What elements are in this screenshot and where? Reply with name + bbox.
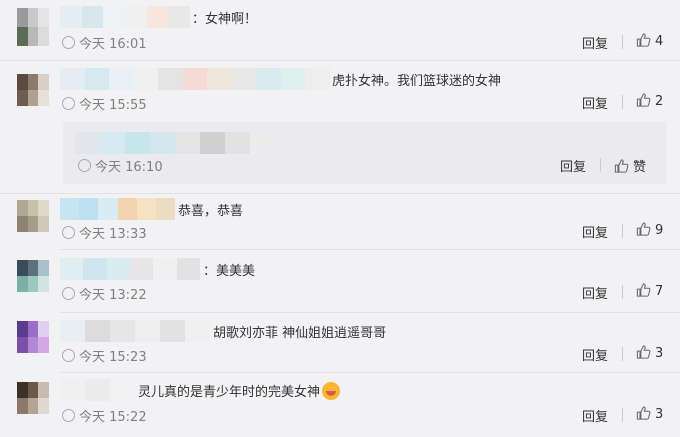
- like-button[interactable]: 2: [636, 93, 663, 109]
- avatar[interactable]: [17, 200, 49, 232]
- reply-button[interactable]: 回复: [560, 156, 586, 175]
- like-button[interactable]: 3: [636, 345, 663, 361]
- avatar[interactable]: [17, 74, 49, 106]
- separator: [600, 158, 601, 172]
- thumbs-up-icon: [636, 406, 651, 420]
- comment-text: ：美美美: [203, 264, 256, 279]
- separator: [622, 35, 623, 49]
- reply-button[interactable]: 回复: [582, 406, 608, 425]
- clock-icon: [62, 36, 75, 49]
- clock-icon: [78, 159, 91, 172]
- thumbs-up-icon: [636, 33, 651, 47]
- comment-text: 恭喜，恭喜: [178, 204, 244, 219]
- thumbs-up-icon: [636, 283, 651, 297]
- avatar[interactable]: [17, 382, 49, 414]
- comment-time: 今天 16:01: [62, 33, 147, 52]
- comment-time: 今天 13:33: [62, 223, 147, 242]
- separator: [622, 408, 623, 422]
- separator: [622, 95, 623, 109]
- thumbs-up-icon: [636, 93, 651, 107]
- username-blurred[interactable]: [60, 198, 176, 220]
- comment-text: 胡歌刘亦菲 神仙姐姐逍遥哥哥: [213, 326, 387, 341]
- divider: [60, 372, 680, 373]
- avatar[interactable]: [17, 8, 49, 46]
- separator: [622, 285, 623, 299]
- username-blurred[interactable]: [60, 379, 135, 401]
- divider: [0, 60, 680, 61]
- reply-button[interactable]: 回复: [582, 345, 608, 364]
- comment-text: 灵儿真的是青少年时的完美女神: [138, 381, 341, 400]
- thumbs-up-icon: [636, 222, 651, 236]
- like-button[interactable]: 9: [636, 222, 663, 238]
- reply-button[interactable]: 回复: [582, 222, 608, 241]
- comment-time: 今天 13:22: [62, 284, 147, 303]
- username-blurred[interactable]: [75, 132, 275, 154]
- comment-text: ：女神啊！: [192, 12, 258, 27]
- like-button[interactable]: 7: [636, 283, 663, 299]
- divider: [60, 249, 680, 250]
- clock-icon: [62, 287, 75, 300]
- separator: [622, 347, 623, 361]
- reply-time: 今天 16:10: [78, 156, 163, 175]
- divider: [60, 312, 680, 313]
- clock-icon: [62, 97, 75, 110]
- avatar[interactable]: [17, 260, 49, 292]
- like-button[interactable]: 赞: [614, 156, 646, 175]
- clock-icon: [62, 349, 75, 362]
- like-button[interactable]: 3: [636, 406, 663, 422]
- comment-time: 今天 15:23: [62, 346, 147, 365]
- kiss-emoji-icon: [322, 382, 341, 400]
- thumbs-up-icon: [614, 159, 629, 173]
- thumbs-up-icon: [636, 345, 651, 359]
- username-blurred[interactable]: [60, 258, 200, 280]
- like-button[interactable]: 4: [636, 33, 663, 49]
- username-blurred[interactable]: [60, 68, 331, 90]
- avatar[interactable]: [17, 321, 49, 353]
- reply-button[interactable]: 回复: [582, 33, 608, 52]
- sub-reply-box: 今天 16:10 回复 赞: [63, 122, 666, 184]
- reply-button[interactable]: 回复: [582, 93, 608, 112]
- comment-time: 今天 15:22: [62, 406, 147, 425]
- username-blurred[interactable]: [60, 320, 210, 342]
- comment-text: 虎扑女神。我们篮球迷的女神: [332, 74, 502, 89]
- clock-icon: [62, 226, 75, 239]
- separator: [622, 224, 623, 238]
- username-blurred[interactable]: [60, 6, 191, 28]
- divider: [0, 193, 680, 194]
- comment-time: 今天 15:55: [62, 94, 147, 113]
- reply-button[interactable]: 回复: [582, 283, 608, 302]
- clock-icon: [62, 409, 75, 422]
